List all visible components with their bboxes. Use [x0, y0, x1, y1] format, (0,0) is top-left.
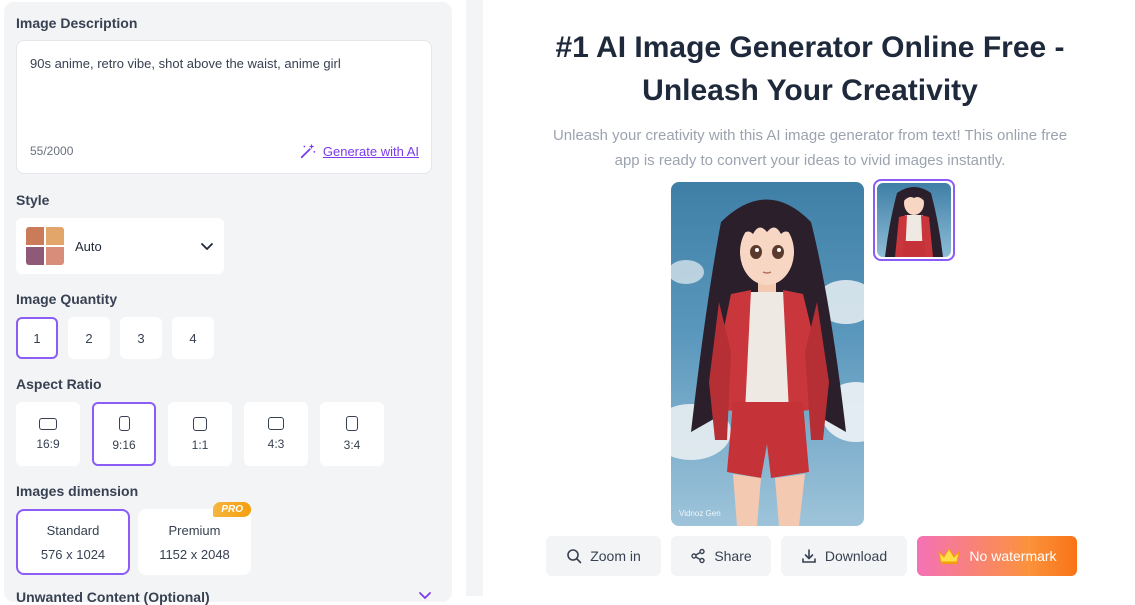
style-dropdown[interactable]: Auto: [16, 218, 224, 274]
unwanted-content-label[interactable]: Unwanted Content (Optional): [16, 589, 210, 605]
anime-girl-thumbnail: [885, 187, 943, 257]
image-thumbnail[interactable]: [873, 179, 955, 261]
dimension-premium[interactable]: PRO Premium 1152 x 2048: [138, 502, 251, 575]
aspect-label: 1:1: [191, 437, 209, 452]
share-button[interactable]: Share: [671, 536, 771, 576]
title-line-1: #1 AI Image Generator Online Free -: [555, 31, 1065, 64]
quantity-option-2[interactable]: 2: [68, 317, 110, 359]
style-thumbnail: [26, 227, 64, 265]
zoom-in-button[interactable]: Zoom in: [546, 536, 661, 576]
anime-girl-illustration: [671, 199, 864, 526]
images-dimension-label: Images dimension: [16, 483, 139, 499]
aspect-option-3-4[interactable]: 3:4: [320, 402, 384, 466]
share-icon: [691, 548, 706, 564]
generate-with-ai-link[interactable]: Generate with AI: [299, 142, 419, 160]
page-subtitle: Unleash your creativity with this AI ima…: [500, 123, 1120, 173]
dimension-name: Premium: [168, 522, 221, 538]
aspect-label: 4:3: [267, 437, 285, 451]
dimension-standard[interactable]: Standard 576 x 1024: [16, 509, 130, 575]
magic-wand-icon: [300, 143, 316, 159]
image-actions: Zoom in Share Download No watermark: [546, 536, 1077, 576]
download-button[interactable]: Download: [781, 536, 907, 576]
dimension-name: Standard: [46, 522, 100, 538]
page-title: #1 AI Image Generator Online Free - Unle…: [500, 26, 1120, 112]
dimension-size: 1152 x 2048: [159, 546, 230, 562]
aspect-option-9-16[interactable]: 9:16: [92, 402, 156, 466]
quantity-option-4[interactable]: 4: [172, 317, 214, 359]
crown-icon: [938, 548, 961, 564]
aspect-option-1-1[interactable]: 1:1: [168, 402, 232, 466]
generated-image[interactable]: Vidnoz Gen: [671, 182, 864, 526]
title-line-2: Unleash Your Creativity: [642, 74, 978, 107]
aspect-option-4-3[interactable]: 4:3: [244, 402, 308, 466]
zoom-in-label: Zoom in: [590, 548, 641, 564]
watermark: Vidnoz Gen: [679, 509, 721, 518]
thumbnail-preview: [877, 183, 951, 257]
download-icon: [802, 549, 816, 563]
quantity-option-1[interactable]: 1: [16, 317, 58, 359]
chevron-down-icon[interactable]: [418, 590, 432, 602]
share-label: Share: [714, 548, 752, 564]
image-description-label: Image Description: [16, 15, 138, 31]
search-icon: [567, 549, 582, 564]
style-selected: Auto: [75, 238, 102, 254]
panel-divider: [466, 0, 483, 596]
subtitle-line-1: Unleash your creativity with this AI ima…: [552, 127, 1068, 144]
no-watermark-label: No watermark: [969, 548, 1057, 564]
generate-with-ai-label[interactable]: Generate with AI: [323, 144, 419, 159]
chevron-down-icon: [201, 243, 213, 250]
description-textarea[interactable]: 90s anime, retro vibe, shot above the wa…: [16, 40, 432, 174]
char-count: 55/2000: [30, 144, 74, 158]
dimension-options: Standard 576 x 1024 PRO Premium 1152 x 2…: [16, 502, 251, 575]
aspect-option-16-9[interactable]: 16:9: [16, 402, 80, 466]
aspect-ratio-options: 16:9 9:16 1:1 4:3 3:4: [16, 402, 384, 466]
portrait-icon: [118, 416, 130, 431]
dimension-size: 576 x 1024: [40, 546, 106, 562]
download-label: Download: [824, 548, 888, 564]
aspect-label: 3:4: [343, 438, 361, 452]
aspect-label: 16:9: [36, 436, 60, 451]
description-text[interactable]: 90s anime, retro vibe, shot above the wa…: [30, 56, 341, 71]
subtitle-line-2: app is ready to convert your ideas to vi…: [614, 152, 1006, 169]
square-icon: [193, 416, 207, 431]
quantity-options: 1 2 3 4: [16, 317, 214, 359]
landscape-icon: [268, 417, 284, 430]
image-quantity-label: Image Quantity: [16, 291, 118, 307]
pro-badge: PRO: [213, 502, 251, 517]
no-watermark-button[interactable]: No watermark: [917, 536, 1077, 576]
aspect-ratio-label: Aspect Ratio: [16, 376, 102, 392]
style-label: Style: [16, 192, 50, 208]
aspect-label: 9:16: [112, 438, 136, 452]
settings-panel: Image Description 90s anime, retro vibe,…: [4, 2, 452, 605]
landscape-icon: [39, 417, 57, 430]
portrait-icon: [346, 416, 358, 431]
quantity-option-3[interactable]: 3: [120, 317, 162, 359]
